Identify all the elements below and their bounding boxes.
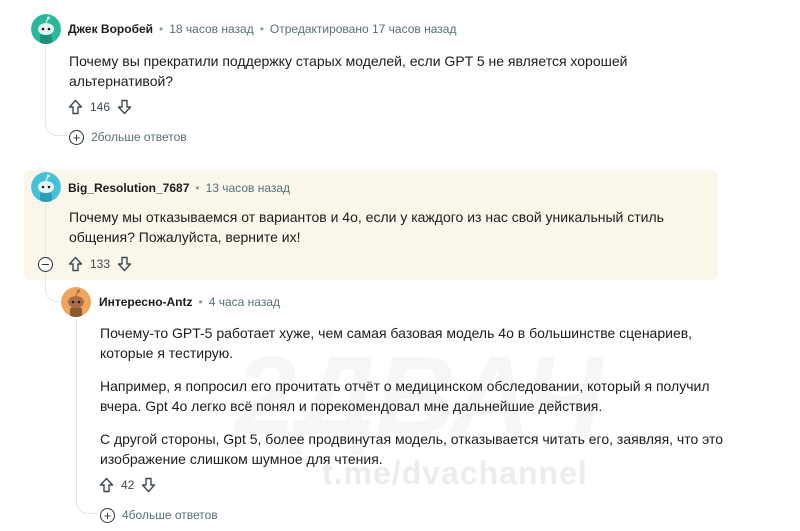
avatar[interactable] [31,14,61,44]
thread-elbow [76,496,98,514]
comment-text: Почему-то GPT-5 работает хуже, чем самая… [100,325,693,361]
avatar[interactable] [31,172,61,202]
avatar[interactable] [61,287,91,317]
vote-bar: 146 [68,97,132,117]
vote-count: 42 [121,478,135,492]
plus-icon: + [69,129,84,145]
thread-line [45,204,46,256]
minus-icon [42,264,49,265]
upvote-icon[interactable] [99,477,114,493]
timestamp[interactable]: 18 часов назад [169,22,253,36]
upvote-icon[interactable] [68,256,83,272]
comment-meta: Интересно-Antz • 4 часа назад [99,295,281,309]
thread-elbow [45,118,67,136]
timestamp[interactable]: 4 часа назад [209,295,280,309]
comment-text: Например, я попросил его прочитать отчёт… [100,378,710,414]
thread-line [45,46,46,126]
downvote-icon[interactable] [117,99,132,115]
user-avatar-icon [61,287,91,317]
comment-text: Почему вы прекратили поддержку старых мо… [69,53,628,89]
timestamp[interactable]: 13 часов назад [206,181,290,195]
more-replies-button[interactable]: + 4больше ответов [100,506,218,524]
username[interactable]: Big_Resolution_7687 [68,181,189,195]
thread-line [76,318,77,498]
vote-bar: 42 [99,475,156,495]
downvote-icon[interactable] [141,477,156,493]
upvote-icon[interactable] [68,99,83,115]
comment-meta: Big_Resolution_7687 • 13 часов назад [68,181,291,195]
user-avatar-icon [31,172,61,202]
comment-meta: Джек Воробей • 18 часов назад • Отредакт… [68,22,457,36]
username[interactable]: Интересно-Antz [99,295,193,309]
downvote-icon[interactable] [117,256,132,272]
vote-count: 133 [90,257,111,271]
collapse-thread-button[interactable] [38,257,53,272]
more-replies-button[interactable]: + 2больше ответов [69,128,187,146]
username[interactable]: Джек Воробей [68,22,153,36]
plus-icon: + [100,507,115,523]
edited-label: Отредактировано 17 часов назад [269,22,457,36]
user-avatar-icon [31,14,61,44]
vote-count: 146 [90,100,111,114]
comment-text: Почему мы отказываемся от вариантов и 4о… [69,209,664,245]
vote-bar: 133 [68,254,132,274]
watermark: t.me/dvachannel [322,455,588,491]
